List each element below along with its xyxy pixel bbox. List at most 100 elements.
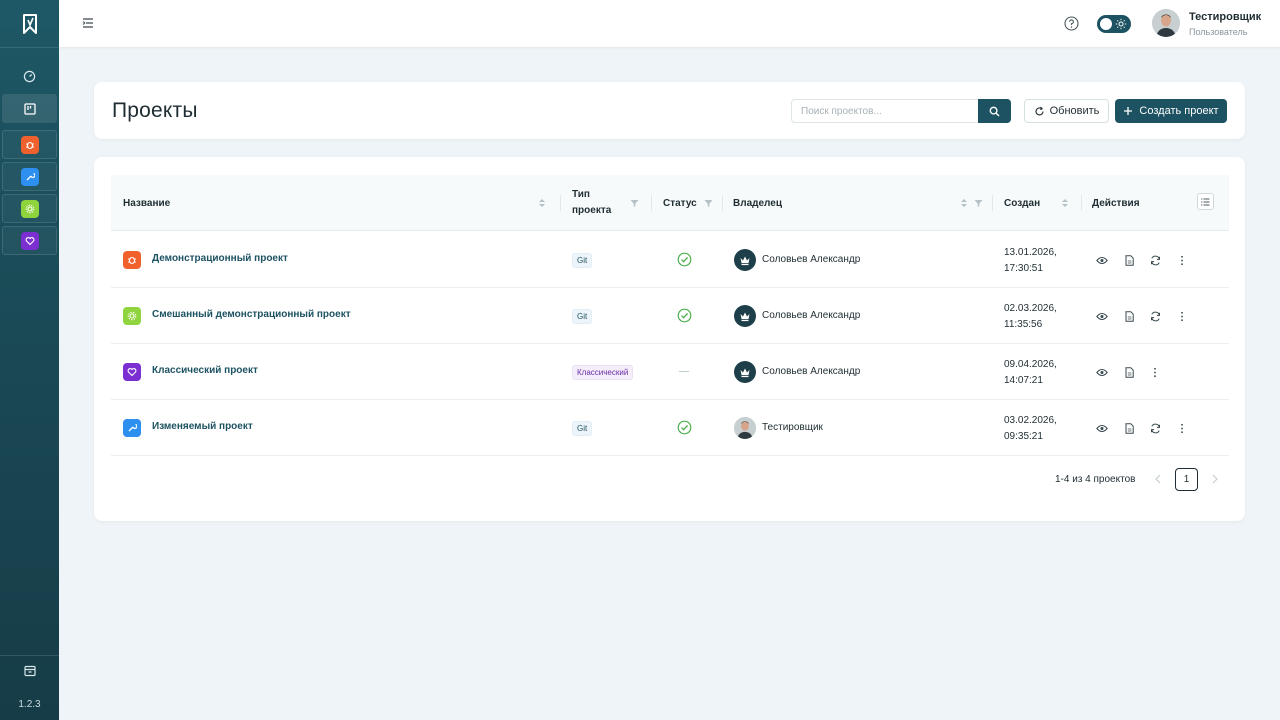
table-row[interactable]: Смешанный демонстрационный проект Git Со… <box>111 288 1229 344</box>
table-row[interactable]: Изменяемый проект Git Тестировщик 03.02.… <box>111 400 1229 456</box>
table-row[interactable]: Классический проект Классический Соловье… <box>111 344 1229 400</box>
more-options-button[interactable] <box>1174 308 1190 324</box>
created-datetime: 13.01.2026, 17:30:51 <box>1004 245 1057 277</box>
filter-icon[interactable] <box>703 197 713 209</box>
sidebar-project-mixed[interactable] <box>2 194 57 223</box>
theme-toggle[interactable] <box>1097 15 1131 33</box>
owner-name: Тестировщик <box>762 422 823 433</box>
search-button[interactable] <box>978 99 1011 123</box>
view-button[interactable] <box>1094 364 1110 380</box>
top-bar: Тестировщик Пользователь <box>59 0 1280 47</box>
check-circle-icon <box>677 308 692 323</box>
report-button[interactable] <box>1121 420 1137 436</box>
report-button[interactable] <box>1121 364 1137 380</box>
more-options-button[interactable] <box>1147 364 1163 380</box>
created-time: 09:35:21 <box>1004 431 1043 442</box>
report-button[interactable] <box>1121 308 1137 324</box>
owner-name: Соловьев Александр <box>762 254 861 265</box>
plus-icon <box>1124 107 1133 115</box>
page-title: Проекты <box>112 99 198 122</box>
created-time: 14:07:21 <box>1004 375 1043 386</box>
chevron-left-icon <box>1155 474 1161 484</box>
column-header-status[interactable]: Статус <box>663 175 697 231</box>
project-name-link[interactable]: Изменяемый проект <box>152 421 253 432</box>
document-icon <box>1125 254 1134 266</box>
project-name-link[interactable]: Смешанный демонстрационный проект <box>152 309 351 320</box>
project-name-link[interactable]: Демонстрационный проект <box>152 253 288 264</box>
created-date: 02.03.2026, <box>1004 303 1057 314</box>
column-header-name[interactable]: Название <box>123 175 170 231</box>
wrench-icon <box>20 167 39 186</box>
created-datetime: 03.02.2026, 09:35:21 <box>1004 413 1057 445</box>
document-icon <box>1125 366 1134 378</box>
sort-icon[interactable] <box>959 197 969 209</box>
user-avatar[interactable] <box>1152 9 1180 37</box>
chevron-right-icon <box>1212 474 1218 484</box>
column-header-created[interactable]: Создан <box>1004 175 1040 231</box>
sidebar-item-dashboard[interactable] <box>2 62 57 91</box>
pagination-prev-button[interactable] <box>1151 471 1165 487</box>
user-name: Тестировщик <box>1189 11 1262 23</box>
sidebar-item-archive[interactable] <box>2 656 57 685</box>
project-type-tag: Классический <box>572 365 634 380</box>
eye-icon <box>1096 312 1108 320</box>
sync-button[interactable] <box>1147 420 1163 436</box>
sidebar-project-demo[interactable] <box>2 130 57 159</box>
pagination-page-button[interactable]: 1 <box>1175 468 1198 491</box>
help-button[interactable] <box>1063 15 1080 32</box>
kanban-icon <box>23 102 36 115</box>
column-separator <box>560 195 561 211</box>
more-options-button[interactable] <box>1174 252 1190 268</box>
column-header-actions: Действия <box>1092 197 1140 209</box>
column-settings-button[interactable] <box>1197 193 1214 210</box>
owner-name: Соловьев Александр <box>762 310 861 321</box>
create-project-button[interactable]: Создать проект <box>1115 99 1227 123</box>
column-separator <box>1081 195 1082 211</box>
column-header-type[interactable]: Тип проекта <box>572 175 611 231</box>
more-options-button[interactable] <box>1174 420 1190 436</box>
help-circle-icon <box>1064 16 1079 31</box>
bug-icon <box>20 135 39 154</box>
page-header-card: Проекты Обновить Создать проект <box>94 82 1245 139</box>
table-row[interactable]: Демонстрационный проект Git Соловьев Але… <box>111 232 1229 288</box>
pagination-next-button[interactable] <box>1208 471 1222 487</box>
owner-avatar <box>734 417 756 439</box>
user-photo-icon <box>734 417 756 439</box>
status-empty <box>679 371 689 372</box>
owner-avatar <box>734 249 756 271</box>
sync-button[interactable] <box>1147 252 1163 268</box>
user-role: Пользователь <box>1189 27 1248 37</box>
app-logo[interactable] <box>0 0 59 47</box>
eye-icon <box>1096 424 1108 432</box>
sidebar-divider <box>0 47 59 48</box>
refresh-button[interactable]: Обновить <box>1024 99 1109 123</box>
more-vertical-icon <box>1181 423 1183 433</box>
column-header-owner[interactable]: Владелец <box>733 175 782 231</box>
create-project-label: Создать проект <box>1139 105 1219 117</box>
eye-icon <box>1096 368 1108 376</box>
filter-icon[interactable] <box>973 197 983 209</box>
created-datetime: 02.03.2026, 11:35:56 <box>1004 301 1057 333</box>
eye-icon <box>1096 256 1108 264</box>
archive-icon <box>23 665 36 676</box>
view-button[interactable] <box>1094 420 1110 436</box>
menu-toggle-button[interactable] <box>79 14 97 32</box>
project-name-link[interactable]: Классический проект <box>152 365 258 376</box>
search-input[interactable] <box>791 99 979 123</box>
sync-button[interactable] <box>1147 308 1163 324</box>
view-button[interactable] <box>1094 252 1110 268</box>
gear-icon <box>123 307 141 325</box>
sort-icon[interactable] <box>537 197 547 209</box>
sidebar: 1.2.3 <box>0 0 59 720</box>
filter-icon[interactable] <box>629 197 639 209</box>
sidebar-project-classic[interactable] <box>2 226 57 255</box>
sort-icon[interactable] <box>1060 197 1070 209</box>
report-button[interactable] <box>1121 252 1137 268</box>
column-header-type-line1: Тип <box>572 189 590 200</box>
sidebar-project-mutable[interactable] <box>2 162 57 191</box>
user-photo-icon <box>1152 9 1180 37</box>
crown-icon <box>740 256 750 266</box>
view-button[interactable] <box>1094 308 1110 324</box>
sidebar-item-projects[interactable] <box>2 94 57 123</box>
list-icon <box>1201 197 1210 206</box>
